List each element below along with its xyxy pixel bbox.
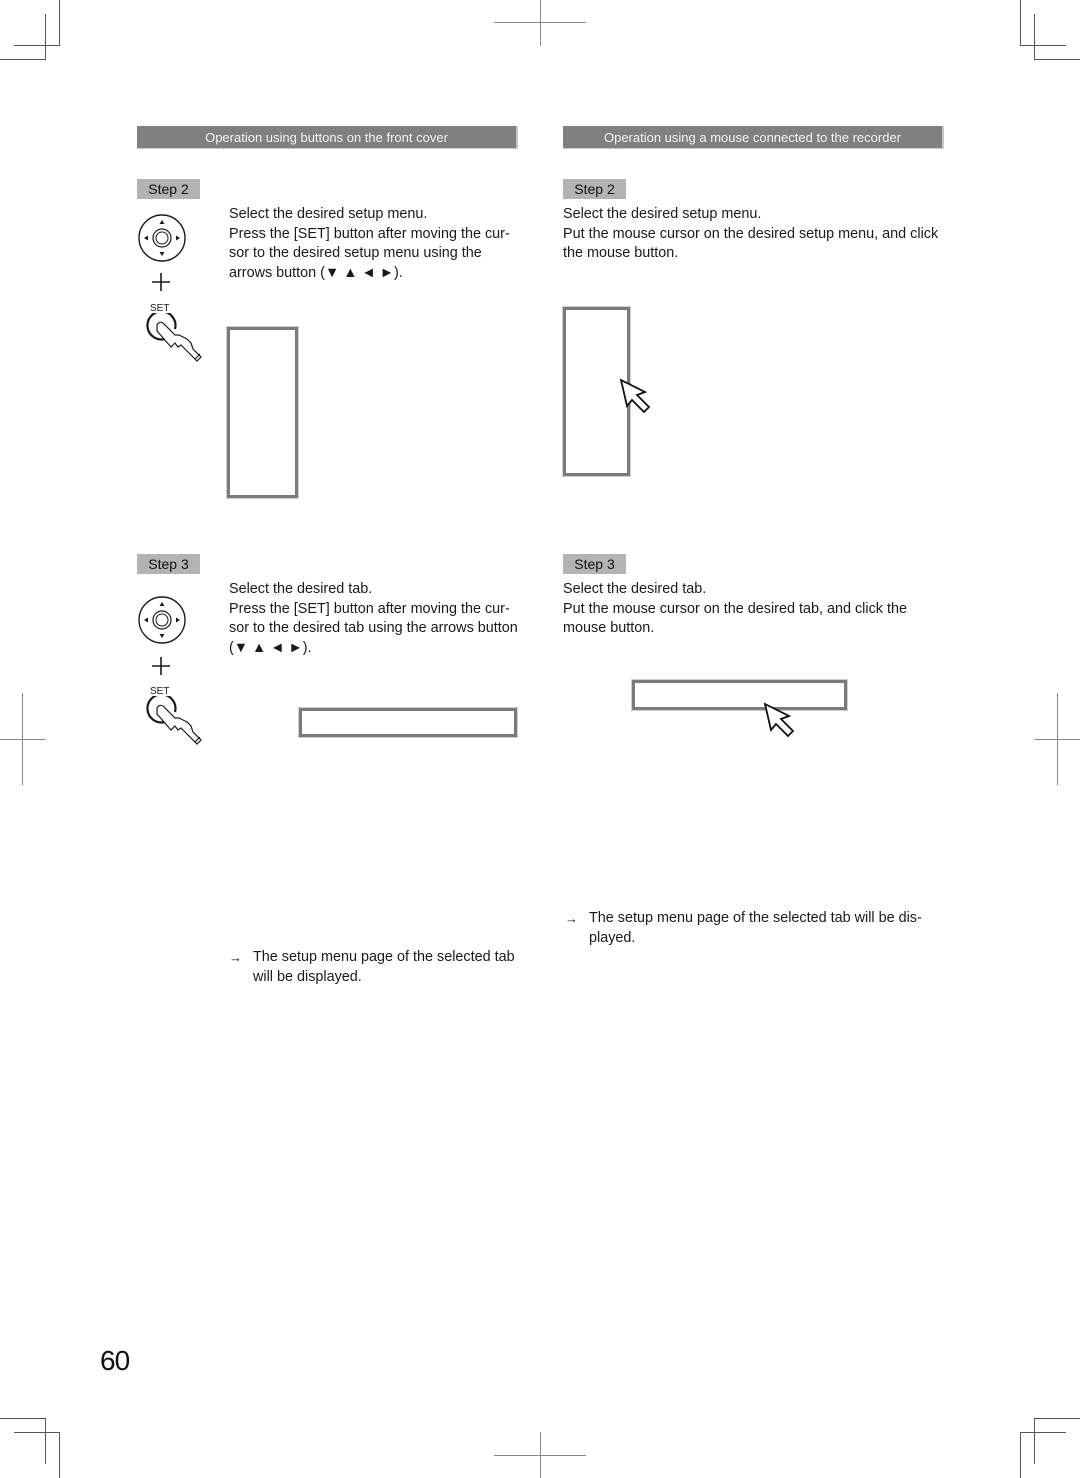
result-line: will be displayed. <box>253 968 362 985</box>
step-3-body-line: sor to the desired tab using the arrows … <box>229 620 518 636</box>
result-arrow-icon: → <box>565 911 578 926</box>
crop-mark-top-left <box>14 45 60 46</box>
step-3-result: → The setup menu page of the selected ta… <box>229 948 529 987</box>
crop-mark-bottom-right <box>1020 1432 1021 1478</box>
crop-mark-bottom-left <box>45 1418 46 1464</box>
step-3-title: Select the desired tab. <box>229 581 373 597</box>
crop-mark-bottom-left <box>14 1432 60 1433</box>
registration-mark-top <box>494 22 586 23</box>
step-2-body-line: Put the mouse cursor on the desired setu… <box>563 225 939 242</box>
step-2-instructions: Select the desired setup menu. Put the m… <box>563 205 953 264</box>
setup-menu-screen-placeholder <box>226 326 299 499</box>
step-2-body-line: sor to the desired setup menu using the <box>229 245 482 261</box>
plus-icon <box>151 656 171 676</box>
crop-mark-top-right <box>1020 45 1066 46</box>
set-button-press-icon <box>145 696 205 752</box>
crop-mark-top-left <box>45 14 46 60</box>
left-column-header: Operation using buttons on the front cov… <box>137 126 518 149</box>
step-3-instructions: Select the desired tab. Put the mouse cu… <box>563 580 953 639</box>
step-2-badge: Step 2 <box>137 179 200 199</box>
step-2-title: Select the desired setup menu. <box>563 206 762 222</box>
step-3-result: → The setup menu page of the selected ta… <box>565 909 945 948</box>
step-2-instructions: Select the desired setup menu. Press the… <box>229 205 529 283</box>
step-3-body-line: mouse button. <box>563 620 655 636</box>
step-2-title: Select the desired setup menu. <box>229 206 428 222</box>
step-3-body-line: Put the mouse cursor on the desired tab,… <box>563 600 907 617</box>
crop-mark-bottom-left <box>0 1418 46 1419</box>
registration-mark-bottom <box>494 1455 586 1456</box>
plus-icon <box>151 272 171 292</box>
result-line: played. <box>589 929 636 946</box>
result-line: The setup menu page of the selected tab <box>253 949 515 965</box>
crop-mark-bottom-right <box>1034 1418 1080 1419</box>
crop-mark-top-right <box>1034 59 1080 60</box>
result-line: The setup menu page of the selected tab … <box>589 910 922 926</box>
right-column-header: Operation using a mouse connected to the… <box>563 126 944 149</box>
tab-screen-placeholder <box>631 679 848 711</box>
result-arrow-icon: → <box>229 950 242 965</box>
crop-mark-bottom-right <box>1034 1418 1035 1464</box>
crop-mark-bottom-right <box>1020 1432 1066 1433</box>
set-button-press-icon <box>145 313 205 369</box>
step-3-title: Select the desired tab. <box>563 581 707 597</box>
crop-mark-top-right <box>1034 14 1035 60</box>
mouse-pointer-icon <box>763 702 797 738</box>
crop-mark-top-left <box>0 59 46 60</box>
crop-mark-top-right <box>1020 0 1021 45</box>
mouse-pointer-icon <box>619 378 653 414</box>
registration-mark-top <box>540 0 541 46</box>
step-3-body-line: (▼ ▲ ◄ ►). <box>229 639 312 656</box>
step-3-badge: Step 3 <box>137 554 200 574</box>
step-2-body-line: arrows button (▼ ▲ ◄ ►). <box>229 264 403 281</box>
step-3-instructions: Select the desired tab. Press the [SET] … <box>229 580 529 658</box>
registration-mark-left <box>0 739 46 740</box>
crop-mark-top-left <box>59 0 60 45</box>
page-number: 60 <box>100 1345 130 1376</box>
arrows-button-icon <box>137 595 187 645</box>
tab-screen-placeholder <box>298 707 518 738</box>
arrows-button-icon <box>137 213 187 263</box>
registration-mark-right <box>1034 739 1080 740</box>
step-2-badge: Step 2 <box>563 179 626 199</box>
crop-mark-bottom-left <box>59 1432 60 1478</box>
step-3-body-line: Press the [SET] button after moving the … <box>229 600 510 617</box>
step-2-body-line: Press the [SET] button after moving the … <box>229 225 510 242</box>
step-3-badge: Step 3 <box>563 554 626 574</box>
step-2-body-line: the mouse button. <box>563 245 679 261</box>
